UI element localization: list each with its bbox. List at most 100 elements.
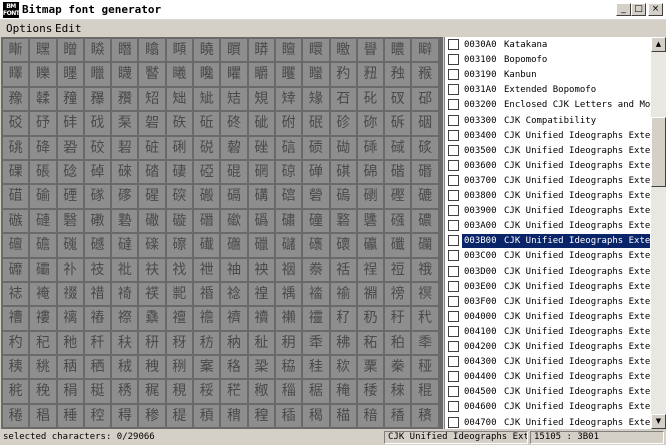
glyph-cell[interactable]: 䅔 bbox=[275, 380, 302, 403]
block-checkbox[interactable] bbox=[448, 386, 459, 398]
glyph-cell[interactable]: 䃸 bbox=[385, 234, 411, 257]
glyph-cell[interactable]: 䂋 bbox=[30, 87, 56, 111]
scroll-up-button[interactable]: ▲ bbox=[651, 37, 666, 52]
glyph-cell[interactable]: 䁲 bbox=[221, 39, 247, 62]
glyph-cell[interactable]: 䄙 bbox=[412, 282, 438, 306]
block-checkbox[interactable] bbox=[448, 84, 459, 96]
glyph-cell[interactable]: 䂾 bbox=[112, 160, 138, 184]
block-list-item[interactable]: 0031A0 Extended Bopomofo bbox=[445, 82, 651, 98]
block-checkbox[interactable] bbox=[448, 205, 459, 217]
glyph-cell[interactable]: 䃬 bbox=[57, 234, 83, 257]
glyph-cell[interactable]: 䅇 bbox=[357, 356, 384, 379]
glyph-cell[interactable]: 䂆 bbox=[330, 63, 356, 86]
glyph-cell[interactable]: 䁳 bbox=[248, 39, 274, 62]
glyph-cell[interactable]: 䂏 bbox=[139, 87, 165, 111]
glyph-cell[interactable]: 䅀 bbox=[166, 356, 193, 379]
glyph-cell[interactable]: 䁾 bbox=[112, 63, 138, 86]
block-list-item[interactable]: 003400 CJK Unified Ideographs Exte. bbox=[445, 128, 651, 144]
glyph-cell[interactable]: 䃕 bbox=[303, 185, 329, 208]
glyph-cell[interactable]: 䂴 bbox=[275, 136, 302, 159]
glyph-cell[interactable]: 䃅 bbox=[303, 160, 329, 184]
block-list-item[interactable]: 004400 CJK Unified Ideographs Exte. bbox=[445, 369, 651, 385]
block-list-item[interactable]: 003B00 CJK Unified Ideographs Exte. bbox=[445, 233, 651, 249]
glyph-cell[interactable]: 䂌 bbox=[57, 87, 83, 111]
block-checkbox[interactable] bbox=[448, 220, 459, 232]
glyph-cell[interactable]: 䄀 bbox=[166, 258, 193, 281]
glyph-cell[interactable]: 䅜 bbox=[57, 404, 83, 428]
block-list-item[interactable]: 003F00 CJK Unified Ideographs Exte. bbox=[445, 294, 651, 310]
glyph-cell[interactable]: 䄁 bbox=[194, 258, 220, 281]
block-list-item[interactable]: 003190 Kanbun bbox=[445, 67, 651, 83]
scroll-thumb[interactable] bbox=[651, 117, 666, 187]
glyph-cell[interactable]: 䅉 bbox=[412, 356, 438, 379]
glyph-cell[interactable]: 䂺 bbox=[3, 160, 29, 184]
glyph-cell[interactable]: 䂪 bbox=[3, 136, 29, 159]
glyph-cell[interactable]: 䃀 bbox=[166, 160, 193, 184]
glyph-cell[interactable]: 䂯 bbox=[139, 136, 165, 159]
glyph-cell[interactable]: 䄘 bbox=[385, 282, 411, 306]
close-button[interactable]: × bbox=[648, 3, 663, 16]
block-checkbox[interactable] bbox=[448, 39, 459, 50]
glyph-cell[interactable]: 䂫 bbox=[30, 136, 56, 159]
glyph-cell[interactable]: 䂍 bbox=[84, 87, 111, 111]
glyph-cell[interactable]: 䃃 bbox=[248, 160, 274, 184]
glyph-cell[interactable]: 䂅 bbox=[303, 63, 329, 86]
glyph-cell[interactable]: 䄾 bbox=[112, 356, 138, 379]
glyph-cell[interactable]: 䅊 bbox=[3, 380, 29, 403]
glyph-cell[interactable]: 䄓 bbox=[248, 282, 274, 306]
glyph-cell[interactable]: 䃠 bbox=[166, 209, 193, 233]
block-list-item[interactable]: 0030A0 Katakana bbox=[445, 37, 651, 53]
glyph-cell[interactable]: 䅘 bbox=[385, 380, 411, 403]
glyph-cell[interactable]: 䃥 bbox=[303, 209, 329, 233]
block-list-item[interactable]: 004300 CJK Unified Ideographs Exte. bbox=[445, 354, 651, 370]
glyph-cell[interactable]: 䂤 bbox=[275, 112, 302, 135]
glyph-cell[interactable]: 䃆 bbox=[330, 160, 356, 184]
glyph-cell[interactable]: 䃧 bbox=[357, 209, 384, 233]
glyph-cell[interactable]: 䄝 bbox=[84, 307, 111, 330]
glyph-cell[interactable]: 䄠 bbox=[166, 307, 193, 330]
glyph-cell[interactable]: 䂡 bbox=[194, 112, 220, 135]
glyph-cell[interactable]: 䁵 bbox=[303, 39, 329, 62]
glyph-cell[interactable]: 䂭 bbox=[84, 136, 111, 159]
glyph-cell[interactable]: 䅡 bbox=[194, 404, 220, 428]
glyph-cell[interactable]: 䄪 bbox=[3, 331, 29, 355]
block-checkbox[interactable] bbox=[448, 190, 459, 201]
block-checkbox[interactable] bbox=[448, 129, 459, 141]
block-checkbox[interactable] bbox=[448, 310, 459, 322]
glyph-cell[interactable]: 䂼 bbox=[57, 160, 83, 184]
glyph-cell[interactable]: 䄊 bbox=[3, 282, 29, 306]
glyph-cell[interactable]: 䃩 bbox=[412, 209, 438, 233]
glyph-cell[interactable]: 䅈 bbox=[385, 356, 411, 379]
glyph-cell[interactable]: 䂷 bbox=[357, 136, 384, 159]
minimize-button[interactable]: _ bbox=[616, 3, 631, 16]
glyph-cell[interactable]: 䅌 bbox=[57, 380, 83, 403]
glyph-cell[interactable]: 䄛 bbox=[30, 307, 56, 330]
glyph-cell[interactable]: 䅖 bbox=[330, 380, 356, 403]
glyph-cell[interactable]: 䄻 bbox=[30, 356, 56, 379]
glyph-cell[interactable]: 䄳 bbox=[248, 331, 274, 355]
glyph-cell[interactable]: 䃌 bbox=[57, 185, 83, 208]
glyph-cell[interactable]: 䂸 bbox=[385, 136, 411, 159]
glyph-cell[interactable]: 䃡 bbox=[194, 209, 220, 233]
glyph-cell[interactable]: 䂩 bbox=[412, 112, 438, 135]
glyph-cell[interactable]: 䄧 bbox=[357, 307, 384, 330]
glyph-cell[interactable]: 䂨 bbox=[385, 112, 411, 135]
glyph-cell[interactable]: 䅐 bbox=[166, 380, 193, 403]
glyph-cell[interactable]: 䄤 bbox=[275, 307, 302, 330]
glyph-cell[interactable]: 䂙 bbox=[412, 87, 438, 111]
glyph-cell[interactable]: 䂚 bbox=[3, 112, 29, 135]
glyph-cell[interactable]: 䄂 bbox=[221, 258, 247, 281]
glyph-cell[interactable]: 䄍 bbox=[84, 282, 111, 306]
glyph-cell[interactable]: 䂒 bbox=[221, 87, 247, 111]
block-checkbox[interactable] bbox=[448, 159, 459, 171]
glyph-cell[interactable]: 䂱 bbox=[194, 136, 220, 159]
glyph-cell[interactable]: 䄇 bbox=[357, 258, 384, 281]
glyph-cell[interactable]: 䃯 bbox=[139, 234, 165, 257]
glyph-cell[interactable]: 䃪 bbox=[3, 234, 29, 257]
glyph-cell[interactable]: 䄬 bbox=[57, 331, 83, 355]
glyph-cell[interactable]: 䄔 bbox=[275, 282, 302, 306]
block-list-item[interactable]: 003100 Bopomofo bbox=[445, 52, 651, 68]
glyph-cell[interactable]: 䅕 bbox=[303, 380, 329, 403]
glyph-cell[interactable]: 䃍 bbox=[84, 185, 111, 208]
glyph-cell[interactable]: 䂵 bbox=[303, 136, 329, 159]
